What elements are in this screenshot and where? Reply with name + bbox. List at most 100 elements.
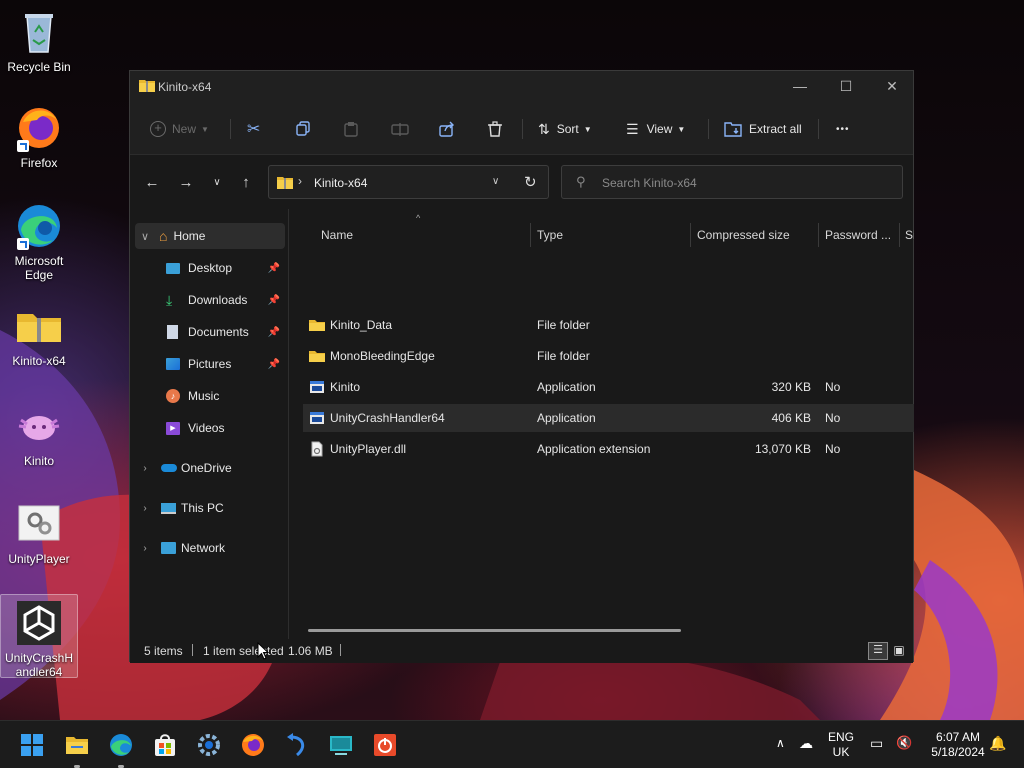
sort-button[interactable]: ⇅ Sort ▼ [538,117,592,141]
share-button[interactable] [439,117,455,141]
desktop-icon-firefox[interactable]: Firefox [0,104,78,174]
desktop-icon-recycle-bin[interactable]: Recycle Bin [0,8,78,78]
notification-bell-icon[interactable]: 🔔 [989,735,1006,752]
title-bar[interactable]: Kinito-x64 — ☐ ✕ [130,71,913,103]
view-button[interactable]: ☰ View ▼ [626,117,685,141]
dll-gear-icon [15,500,63,548]
copy-icon [296,121,310,136]
file-name: MonoBleedingEdge [330,349,435,363]
file-name: Kinito_Data [330,318,393,332]
breadcrumb-path[interactable]: Kinito-x64 [314,176,367,190]
sidebar-item-downloads[interactable]: ⤓ Downloads 📌 [166,287,285,313]
sidebar-item-label: Downloads [188,293,248,307]
sidebar-item-videos[interactable]: ▶ Videos [166,415,285,441]
sidebar-item-label: Music [188,389,220,403]
tiles-view-button[interactable]: ▣ [890,642,908,660]
column-header-name[interactable]: Name [321,223,353,247]
firefox-taskbar-icon[interactable] [241,733,265,757]
column-header-compressed-size[interactable]: Compressed size [697,223,790,247]
maximize-button[interactable]: ☐ [823,71,869,103]
expand-chevron-icon[interactable]: › [137,463,153,474]
clock-date: 5/18/2024 [931,745,985,759]
pin-icon[interactable]: 📌 [268,327,280,338]
new-button[interactable]: + New ▼ [150,117,209,141]
desktop-icon-kinito[interactable]: Kinito [0,402,78,472]
power-app-icon[interactable] [373,733,397,757]
column-header-type[interactable]: Type [537,223,563,247]
file-row-kinito-data[interactable]: Kinito_Data File folder [303,311,914,339]
input-language-indicator[interactable]: ENG UK [824,730,858,760]
rename-button[interactable] [391,117,409,141]
desktop-icon-unityplayer[interactable]: UnityPlayer [0,500,78,570]
file-row-kinito[interactable]: Kinito Application 320 KB No [303,373,914,401]
sidebar-item-music[interactable]: ♪ Music [166,383,285,409]
copy-button[interactable] [295,117,311,141]
horizontal-scrollbar[interactable] [308,629,681,632]
view-label: View [646,122,673,136]
more-options-button[interactable]: ••• [836,117,850,141]
expand-chevron-icon[interactable]: ∨ [137,230,153,243]
expand-chevron-icon[interactable]: › [137,503,153,514]
zip-folder-icon [277,177,293,189]
zip-folder-icon [15,302,63,350]
pane-divider[interactable] [288,209,289,639]
column-header-size[interactable]: Si [905,223,914,247]
desktop-icon-label: Microsoft Edge [14,254,64,282]
back-arrow-icon[interactable]: ← [142,174,162,191]
close-button[interactable]: ✕ [869,71,915,103]
monitor-app-icon[interactable] [329,733,353,757]
column-header-password[interactable]: Password ... [825,223,891,247]
desktop-icon-kinito-x64[interactable]: Kinito-x64 [0,302,78,372]
sidebar-item-documents[interactable]: Documents 📌 [166,319,285,345]
pin-icon[interactable]: 📌 [268,359,280,370]
edge-taskbar-icon[interactable] [109,733,133,757]
taskbar: ∧ ☁ ENG UK ▭ 🔇 6:07 AM 5/18/2024 🔔 [0,720,1024,768]
up-arrow-icon[interactable]: ↑ [236,174,256,191]
desktop-icon-edge[interactable]: Microsoft Edge [0,202,78,286]
cut-button[interactable]: ✂ [247,117,260,141]
selection-count: 1 item selected [203,644,284,658]
desktop-icon-label: Kinito [23,454,55,468]
sidebar-item-onedrive[interactable]: › OneDrive [135,455,285,481]
plus-circle-icon: + [150,121,166,137]
sort-ascending-indicator-icon: ^ [416,213,421,223]
status-bar: 5 items 1 item selected 1.06 MB ☰ ▣ [130,639,913,663]
sidebar-item-home[interactable]: ∨ ⌂ Home [135,223,285,249]
sidebar-item-label: Videos [188,421,225,435]
folder-icon [309,351,325,362]
search-box[interactable]: ⚲ Search Kinito-x64 [561,165,903,199]
minimize-button[interactable]: — [777,71,823,103]
sidebar-item-pictures[interactable]: Pictures 📌 [166,351,285,377]
onedrive-offline-cloud-icon[interactable]: ☁ [799,735,813,752]
sidebar-item-network[interactable]: › Network [135,535,285,561]
delete-button[interactable] [487,117,503,141]
file-row-unitycrashhandler64[interactable]: UnityCrashHandler64 Application 406 KB N… [303,404,914,432]
clock[interactable]: 6:07 AM 5/18/2024 [922,730,994,760]
show-hidden-icons-chevron-icon[interactable]: ∧ [776,736,785,750]
sidebar-item-this-pc[interactable]: › This PC [135,495,285,521]
pin-icon[interactable]: 📌 [268,295,280,306]
forward-arrow-icon[interactable]: → [176,174,196,191]
address-bar[interactable]: › Kinito-x64 ∨ ↻ [268,165,549,199]
extract-all-button[interactable]: Extract all [724,117,802,141]
desktop-icon-unitycrashhandler[interactable]: UnityCrashHandler64 [0,594,78,679]
display-network-icon[interactable]: ▭ [870,735,883,752]
sidebar-item-desktop[interactable]: Desktop 📌 [166,255,285,281]
file-row-monobleedingedge[interactable]: MonoBleedingEdge File folder [303,342,914,370]
refresh-icon[interactable]: ↻ [524,173,537,191]
details-view-button[interactable]: ☰ [868,642,888,660]
pin-icon[interactable]: 📌 [268,263,280,274]
recent-locations-chevron-icon[interactable]: ∨ [207,177,227,188]
start-windows-icon[interactable] [20,733,44,757]
address-dropdown-chevron-icon[interactable]: ∨ [492,176,499,187]
microsoft-store-icon[interactable] [153,733,177,757]
file-explorer-taskbar-icon[interactable] [65,733,89,757]
paste-button[interactable] [343,117,359,141]
volume-muted-icon[interactable]: 🔇 [896,735,912,751]
rename-icon [391,123,409,136]
settings-gear-icon[interactable] [197,733,221,757]
expand-chevron-icon[interactable]: › [137,543,153,554]
sidebar-item-label: Home [173,229,206,243]
undo-arrow-app-icon[interactable] [285,733,309,757]
file-row-unityplayer-dll[interactable]: UnityPlayer.dll Application extension 13… [303,435,914,463]
